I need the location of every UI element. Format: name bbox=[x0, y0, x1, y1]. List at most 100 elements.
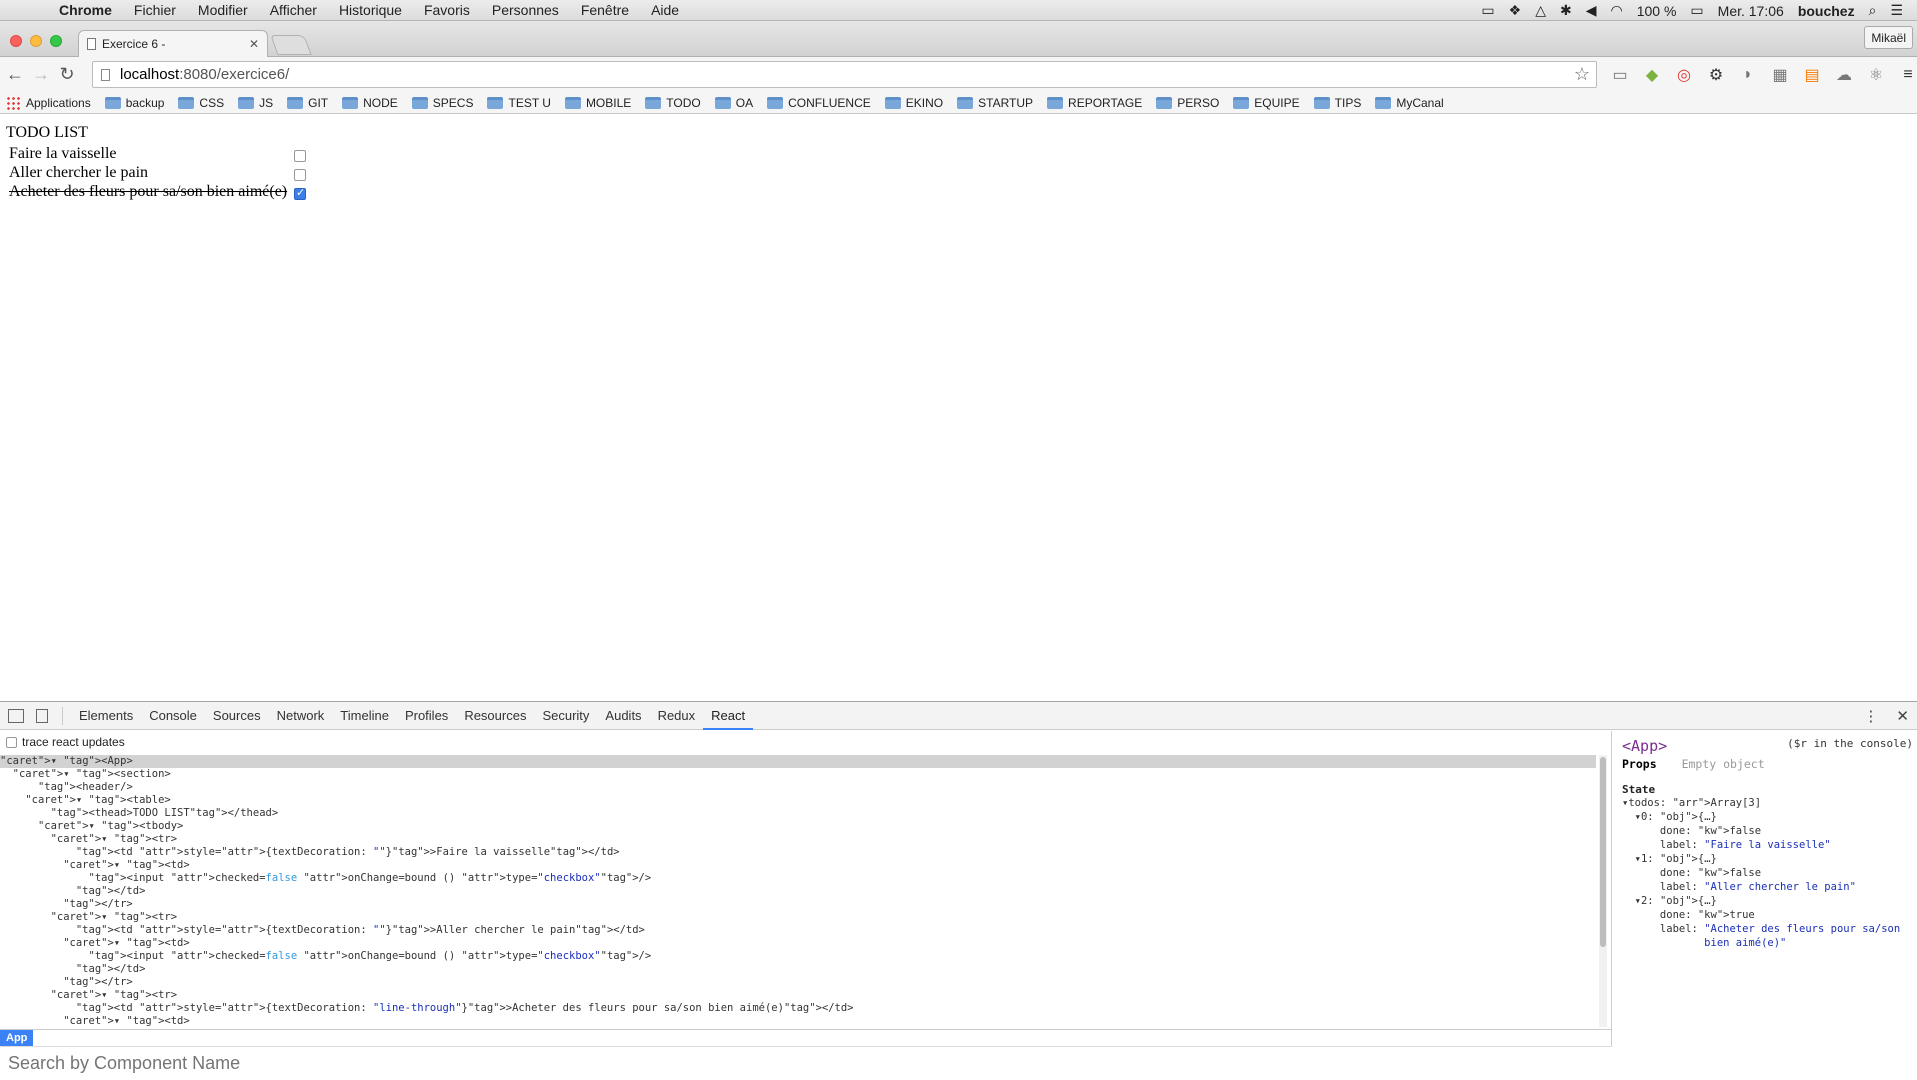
tree-node[interactable]: "caret">▾ "tag"><section> bbox=[0, 768, 1596, 781]
close-tab-icon[interactable]: ✕ bbox=[249, 37, 259, 51]
dropbox-icon[interactable]: ❖ bbox=[1509, 2, 1522, 19]
tab-resources[interactable]: Resources bbox=[456, 702, 534, 730]
browser-tab[interactable]: Exercice 6 - ✕ bbox=[78, 30, 268, 57]
react-extension-icon[interactable]: ⚛ bbox=[1860, 65, 1892, 85]
tree-node[interactable]: "tag"><input "attr">checked=false "attr"… bbox=[0, 872, 1596, 885]
trace-updates-toggle[interactable]: trace react updates bbox=[0, 731, 1611, 753]
user-name[interactable]: bouchez bbox=[1798, 3, 1855, 19]
back-icon[interactable]: ← bbox=[2, 64, 28, 85]
tab-profiles[interactable]: Profiles bbox=[397, 702, 456, 730]
extension-icon-7[interactable]: ▤ bbox=[1796, 65, 1828, 85]
state-entry[interactable]: label: "Aller chercher le pain" bbox=[1622, 880, 1909, 894]
battery-icon[interactable]: ▭ bbox=[1690, 2, 1703, 19]
state-entry[interactable]: done: "kw">true bbox=[1622, 908, 1909, 922]
extension-icon-5[interactable]: ◗ bbox=[1732, 66, 1764, 84]
menu-modifier[interactable]: Modifier bbox=[187, 2, 259, 18]
minimize-window-button[interactable] bbox=[30, 35, 42, 47]
bookmark-folder[interactable]: CSS bbox=[178, 96, 224, 110]
bookmark-folder[interactable]: backup bbox=[104, 96, 164, 110]
tab-sources[interactable]: Sources bbox=[205, 702, 269, 730]
tab-security[interactable]: Security bbox=[534, 702, 597, 730]
bookmark-folder[interactable]: MyCanal bbox=[1375, 96, 1444, 110]
tab-timeline[interactable]: Timeline bbox=[332, 702, 397, 730]
tree-node[interactable]: "tag"></tr> bbox=[0, 976, 1596, 989]
menu-afficher[interactable]: Afficher bbox=[259, 2, 328, 18]
trace-updates-checkbox[interactable] bbox=[6, 736, 17, 748]
tree-node[interactable]: "tag"><td "attr">style="attr">{textDecor… bbox=[0, 846, 1596, 859]
bookmark-folder[interactable]: STARTUP bbox=[957, 96, 1033, 110]
tree-node[interactable]: "caret">▾ "tag"><td> bbox=[0, 1015, 1596, 1027]
bookmark-folder[interactable]: GIT bbox=[287, 96, 328, 110]
bluetooth-icon[interactable]: ✱ bbox=[1560, 2, 1572, 19]
component-search-input[interactable] bbox=[0, 1047, 1612, 1080]
menu-fenetre[interactable]: Fenêtre bbox=[570, 2, 640, 18]
tree-node[interactable]: "caret">▾ "tag"><App> bbox=[0, 755, 1596, 768]
spotlight-icon[interactable]: ⌕ bbox=[1869, 2, 1877, 19]
state-entry[interactable]: bien aimé(e)" bbox=[1622, 936, 1909, 950]
menu-fichier[interactable]: Fichier bbox=[123, 2, 187, 18]
tree-node[interactable]: "caret">▾ "tag"><td> bbox=[0, 859, 1596, 872]
cast-extension-icon[interactable]: ▭ bbox=[1604, 65, 1636, 85]
todo-checkbox[interactable] bbox=[294, 150, 306, 162]
address-bar[interactable]: localhost :8080/exercice6/ ☆ bbox=[92, 61, 1597, 88]
android-extension-icon[interactable]: ◆ bbox=[1636, 65, 1668, 85]
profile-button[interactable]: Mikaël bbox=[1864, 26, 1913, 49]
scrollbar-thumb[interactable] bbox=[1600, 757, 1606, 947]
tree-node[interactable]: "tag"><header/> bbox=[0, 781, 1596, 794]
menu-historique[interactable]: Historique bbox=[328, 2, 413, 18]
bookmark-folder[interactable]: TIPS bbox=[1313, 96, 1361, 110]
tree-node[interactable]: "tag"><thead>TODO LIST"tag"></thead> bbox=[0, 807, 1596, 820]
bookmark-folder[interactable]: JS bbox=[238, 96, 273, 110]
bookmark-folder[interactable]: TODO bbox=[645, 96, 701, 110]
new-tab-button[interactable] bbox=[270, 35, 312, 55]
breadcrumb-app[interactable]: App bbox=[0, 1029, 34, 1046]
component-tree[interactable]: "caret">▾ "tag"><App> "caret">▾ "tag"><s… bbox=[0, 755, 1596, 1027]
tree-node[interactable]: "tag"></tr> bbox=[0, 898, 1596, 911]
bookmark-folder[interactable]: NODE bbox=[342, 96, 398, 110]
state-entry[interactable]: label: "Acheter des fleurs pour sa/son bbox=[1622, 922, 1909, 936]
opera-extension-icon[interactable]: ◎ bbox=[1668, 65, 1700, 85]
state-entry[interactable]: ▾2: "obj">{…} bbox=[1622, 894, 1909, 908]
bookmark-folder[interactable]: CONFLUENCE bbox=[767, 96, 871, 110]
close-devtools-icon[interactable]: ✕ bbox=[1896, 707, 1909, 725]
tab-console[interactable]: Console bbox=[141, 702, 205, 730]
forward-icon[interactable]: → bbox=[28, 64, 54, 85]
bookmark-star-icon[interactable]: ☆ bbox=[1574, 64, 1590, 85]
drive-icon[interactable]: △ bbox=[1535, 2, 1546, 19]
tree-node[interactable]: "caret">▾ "tag"><tbody> bbox=[0, 820, 1596, 833]
tree-node[interactable]: "tag"></td> bbox=[0, 885, 1596, 898]
notification-center-icon[interactable]: ☰ bbox=[1890, 2, 1903, 19]
bookmark-folder[interactable]: OA bbox=[714, 96, 753, 110]
state-entry[interactable]: ▾1: "obj">{…} bbox=[1622, 852, 1909, 866]
todo-checkbox[interactable] bbox=[294, 186, 306, 200]
battery-label[interactable]: 100 % bbox=[1637, 3, 1677, 19]
bookmark-folder[interactable]: EQUIPE bbox=[1233, 96, 1300, 110]
menu-favoris[interactable]: Favoris bbox=[413, 2, 481, 18]
tree-node[interactable]: "tag"><td "attr">style="attr">{textDecor… bbox=[0, 924, 1596, 937]
tab-elements[interactable]: Elements bbox=[71, 702, 141, 730]
menu-aide[interactable]: Aide bbox=[640, 2, 690, 18]
menu-app[interactable]: Chrome bbox=[48, 2, 123, 18]
tree-node[interactable]: "tag"><input "attr">checked=false "attr"… bbox=[0, 950, 1596, 963]
close-window-button[interactable] bbox=[10, 35, 22, 47]
extension-icon-6[interactable]: ▦ bbox=[1764, 65, 1796, 85]
tree-node[interactable]: "caret">▾ "tag"><tr> bbox=[0, 989, 1596, 1002]
inspect-element-icon[interactable] bbox=[8, 708, 24, 723]
bookmark-folder[interactable]: PERSO bbox=[1156, 96, 1219, 110]
state-tree[interactable]: ▾todos: "arr">Array[3] ▾0: "obj">{…} don… bbox=[1622, 796, 1909, 950]
tab-redux[interactable]: Redux bbox=[650, 702, 704, 730]
settings-extension-icon[interactable]: ⚙ bbox=[1700, 65, 1732, 85]
tree-node[interactable]: "caret">▾ "tag"><tr> bbox=[0, 833, 1596, 846]
state-entry[interactable]: ▾todos: "arr">Array[3] bbox=[1622, 796, 1909, 810]
bookmark-folder[interactable]: SPECS bbox=[411, 96, 473, 110]
bookmark-folder[interactable]: REPORTAGE bbox=[1047, 96, 1142, 110]
tab-react[interactable]: React bbox=[703, 702, 754, 730]
bookmark-folder[interactable]: EKINO bbox=[884, 96, 943, 110]
tree-node[interactable]: "tag"></td> bbox=[0, 963, 1596, 976]
state-entry[interactable]: ▾0: "obj">{…} bbox=[1622, 810, 1909, 824]
cast-icon[interactable]: ▭ bbox=[1481, 2, 1494, 19]
state-entry[interactable]: done: "kw">false bbox=[1622, 824, 1909, 838]
chrome-menu-icon[interactable]: ≡ bbox=[1892, 66, 1917, 84]
device-mode-icon[interactable] bbox=[36, 708, 48, 723]
state-entry[interactable]: label: "Faire la vaisselle" bbox=[1622, 838, 1909, 852]
